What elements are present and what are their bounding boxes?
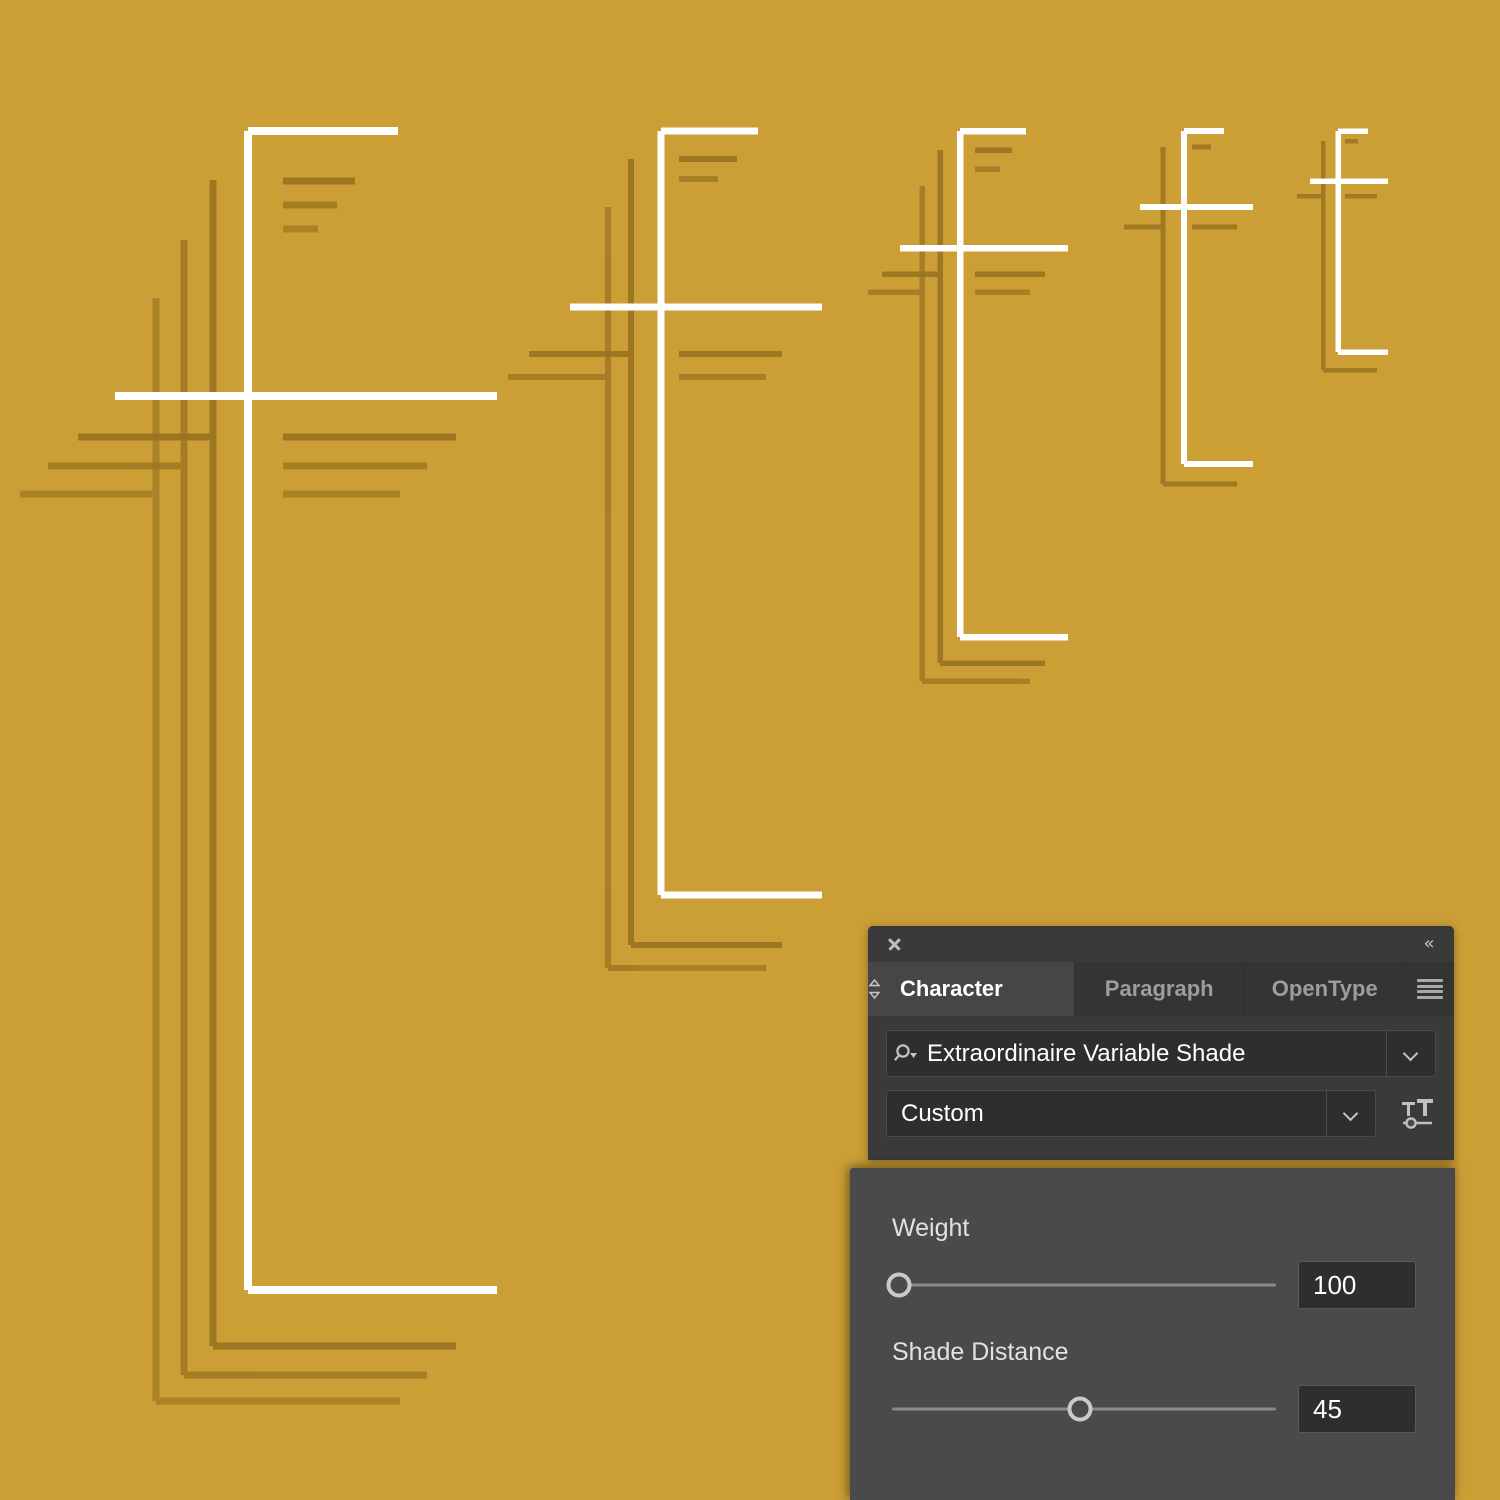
t-glyph-1 [20, 127, 497, 1405]
axis-weight-value: 100 [1313, 1269, 1357, 1300]
axis-weight-slider[interactable] [886, 1261, 1276, 1309]
tab-paragraph[interactable]: Paragraph [1075, 962, 1245, 1016]
axis-shade-distance-value: 45 [1313, 1393, 1342, 1424]
panel-titlebar: « [868, 926, 1454, 962]
axis-shade-distance-value-field[interactable]: 45 [1298, 1385, 1416, 1433]
t-glyph-4 [1124, 128, 1253, 487]
font-style-value: Custom [901, 1099, 984, 1127]
double-chevron-left-icon: « [1423, 933, 1434, 954]
close-icon[interactable] [882, 932, 906, 956]
collapse-panel-icon[interactable]: « [1414, 932, 1442, 956]
character-panel-body: Extraordinaire Variable Shade Custom [868, 1016, 1454, 1160]
font-style-dropdown-chevron-down-icon[interactable] [1326, 1091, 1375, 1136]
t-glyph-2 [508, 127, 822, 971]
t-glyph-3 [868, 127, 1068, 684]
axis-weight-label: Weight [892, 1214, 970, 1242]
font-family-field[interactable]: Extraordinaire Variable Shade [886, 1030, 1436, 1077]
axis-weight: Weight 100 [886, 1214, 1416, 1309]
axis-weight-track [892, 1283, 1276, 1287]
search-icon [887, 1043, 927, 1065]
canvas-stage: « Character Paragraph OpenType Extraordi… [0, 0, 1500, 1500]
character-panel: « Character Paragraph OpenType Extraordi… [868, 926, 1454, 1160]
axis-shade-distance-knob[interactable] [1067, 1396, 1093, 1422]
tab-paragraph-label: Paragraph [1104, 976, 1214, 1001]
tab-character[interactable]: Character [868, 962, 1075, 1016]
tab-character-label: Character [900, 976, 1003, 1001]
tab-opentype-label: OpenType [1271, 976, 1378, 1001]
t-glyph-5 [1297, 128, 1388, 373]
axis-weight-knob[interactable] [886, 1272, 912, 1298]
font-style-field[interactable]: Custom [886, 1090, 1376, 1137]
hamburger-icon [1416, 979, 1443, 999]
axis-shade-distance-label: Shade Distance [892, 1338, 1069, 1366]
panel-tab-bar: Character Paragraph OpenType [868, 962, 1454, 1016]
axis-weight-value-field[interactable]: 100 [1298, 1261, 1416, 1309]
tab-opentype[interactable]: OpenType [1245, 962, 1406, 1016]
axis-shade-distance: Shade Distance 45 [892, 1338, 1416, 1433]
font-family-dropdown-chevron-down-icon[interactable] [1386, 1031, 1435, 1076]
variable-font-settings-icon[interactable] [1394, 1090, 1442, 1137]
panel-menu-button[interactable] [1405, 962, 1454, 1016]
variable-axes-flyout: Weight 100 Shade Distance 45 [850, 1168, 1455, 1500]
tab-grip-icon [868, 978, 881, 1000]
font-family-value: Extraordinaire Variable Shade [927, 1039, 1246, 1067]
axis-shade-distance-slider[interactable] [892, 1385, 1276, 1433]
